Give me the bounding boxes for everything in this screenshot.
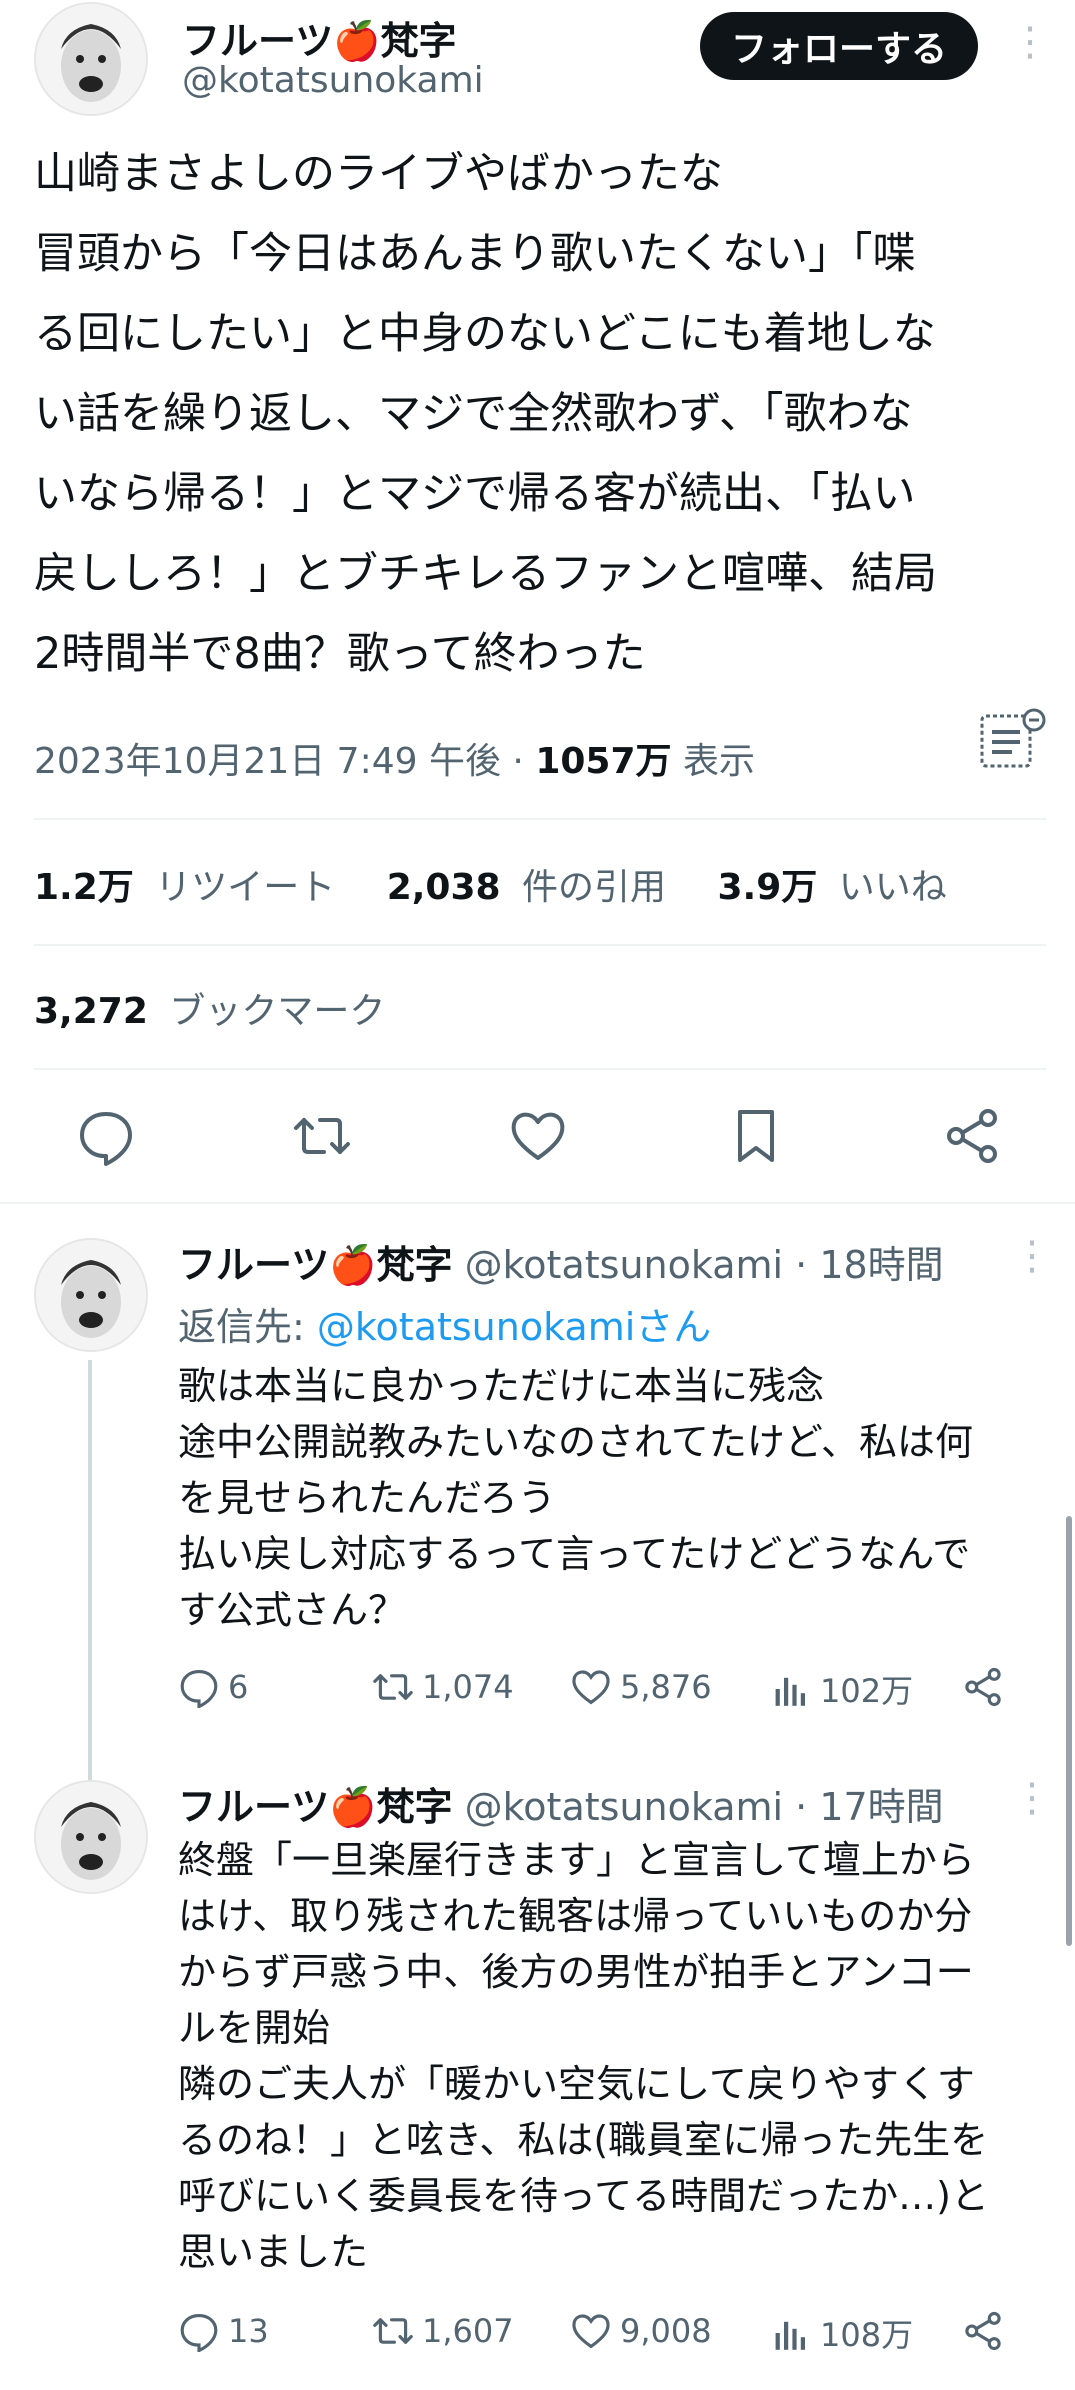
reply-line: 払い戻し対応するって言ってたけどどうなんで [178,1532,971,1576]
retweets-label[interactable]: リツイート [155,867,335,908]
reply-count: 6 [228,1668,249,1706]
views-action[interactable]: 108万 [770,2310,913,2356]
tweet-text: 山崎まさよしのライブやばかったな 冒頭から「今日はあんまり歌いたくない」「喋 る… [34,134,1054,694]
share-action[interactable] [962,2310,1004,2352]
reply-line: 呼びにいく委員長を待ってる時間だったか…)と [178,2174,989,2218]
reply-text: 終盤「一旦楽屋行きます」と宣言して壇上から はけ、取り残された観客は帰っていいも… [178,1832,1038,2280]
views-icon [775,1677,805,1706]
reply-line: 終盤「一旦楽屋行きます」と宣言して壇上から [178,1838,975,1882]
reply-line: 隣のご夫人が「暖かい空気にして戻りやすくす [178,2062,975,2106]
tweet-line: いなら帰る！」とマジで帰る客が続出、「払い [34,469,916,519]
tweet-line: 2時間半で8曲？歌って終わった [34,629,646,679]
divider [0,1202,1075,1204]
share-action[interactable] [962,1666,1004,1708]
follow-button[interactable]: フォローする [700,12,978,80]
views-count: 108万 [820,2316,914,2354]
like-action[interactable]: 5,876 [570,1666,712,1708]
tweet-line: い話を繰り返し、マジで全然歌わず、「歌わな [34,389,913,439]
tweet-line: 山崎まさよしのライブやばかったな [34,149,723,199]
divider [34,1068,1046,1070]
retweets-count[interactable]: 1.2万 [34,867,134,908]
display-name[interactable]: フルーツ🍎梵字 [178,1785,453,1829]
bookmarks-count[interactable]: 3,272 [34,991,148,1032]
avatar[interactable] [34,2,148,116]
retweet-count: 1,607 [422,2312,514,2350]
likes-count[interactable]: 3.9万 [718,867,818,908]
like-count: 5,876 [620,1668,712,1706]
bookmark-icon[interactable] [726,1106,786,1166]
quotes-label[interactable]: 件の引用 [522,867,666,908]
quotes-count[interactable]: 2,038 [387,867,501,908]
reply-line: からず戸惑う中、後方の男性が拍手とアンコー [178,1950,974,1994]
handle[interactable]: @kotatsunokami [465,1785,783,1829]
reply-text: 歌は本当に良かっただけに本当に残念 途中公開説教みたいなのされてたけど、私は何 … [178,1358,1038,1638]
tweet-line: る回にしたい」と中身のないどこにも着地しな [34,309,936,359]
bookmarks-label[interactable]: ブックマーク [169,991,385,1032]
display-name[interactable]: フルーツ🍎梵字 [178,1243,453,1287]
more-options-icon[interactable]: ⋮ [1012,1236,1052,1276]
divider [34,944,1046,946]
reply-line: 歌は本当に良かっただけに本当に残念 [178,1364,825,1408]
avatar[interactable] [34,1780,148,1894]
reply-to: 返信先: @kotatsunokamiさん [178,1296,711,1351]
reply-line: はけ、取り残された観客は帰っていいものか分 [178,1894,973,1938]
handle[interactable]: @kotatsunokami [465,1243,783,1287]
reply-action[interactable]: 13 [178,2310,269,2352]
reply-line: 思いました [178,2230,369,2274]
timestamp[interactable]: 2023年10月21日 7:49 午後 [34,741,501,782]
avatar[interactable] [34,1238,148,1352]
reply-line: す公式さん？ [178,1588,407,1632]
handle[interactable]: @kotatsunokami [182,60,484,101]
tweet-line: 冒頭から「今日はあんまり歌いたくない」「喋 [34,229,916,279]
reply-header: フルーツ🍎梵字 @kotatsunokami · 18時間 [178,1234,944,1289]
more-options-icon[interactable]: ⋮ [1010,22,1050,62]
retweet-count: 1,074 [422,1668,514,1706]
more-options-icon[interactable]: ⋮ [1012,1778,1052,1818]
retweet-icon [373,2318,413,2344]
views-count: 102万 [820,1672,914,1710]
reply-header: フルーツ🍎梵字 @kotatsunokami · 17時間 [178,1776,944,1831]
bookmarks-row: 3,272 ブックマーク [34,982,385,1034]
post-time[interactable]: · 17時間 [795,1785,944,1829]
reply-line: るのね！」と呟き、私は(職員室に帰った先生を [178,2118,989,2162]
like-icon[interactable] [508,1106,568,1166]
reply-to-link[interactable]: @kotatsunokamiさん [317,1305,711,1349]
share-icon [965,1667,1001,1707]
tweet-meta: 2023年10月21日 7:49 午後 · 1057万 表示 [34,741,755,782]
reply-line: ルを開始 [178,2006,331,2050]
stats-row: 1.2万 リツイート 2,038 件の引用 3.9万 いいね [34,858,947,910]
views-label: 表示 [682,741,755,782]
likes-label[interactable]: いいね [839,867,947,908]
reply-to-prefix: 返信先: [178,1305,317,1349]
views-count: 1057万 [535,741,672,782]
scrollbar[interactable] [1066,1516,1072,1946]
reply-line: 途中公開説教みたいなのされてたけど、私は何 [178,1420,973,1464]
share-icon [965,2311,1001,2351]
reply-count: 13 [228,2312,269,2350]
like-icon [572,1670,610,1705]
post-analytics-icon[interactable] [978,706,1048,770]
retweet-icon[interactable] [292,1106,352,1166]
thread-line [88,1360,92,1780]
like-count: 9,008 [620,2312,712,2350]
reply-line: を見せられたんだろう [178,1476,556,1520]
like-action[interactable]: 9,008 [570,2310,712,2352]
post-time[interactable]: · 18時間 [795,1243,944,1287]
views-action[interactable]: 102万 [770,1666,913,1712]
reply-icon [180,2314,218,2352]
retweet-action[interactable]: 1,607 [372,2310,514,2352]
retweet-action[interactable]: 1,074 [372,1666,514,1708]
divider [34,818,1046,820]
views-icon [775,2321,805,2350]
reply-action[interactable]: 6 [178,1666,248,1708]
tweet-line: 戻ししろ！」とブチキレるファンと喧嘩、結局 [34,549,937,599]
like-icon [572,2314,610,2349]
display-name[interactable]: フルーツ🍎梵字 [182,10,457,65]
reply-icon [180,1670,218,1708]
reply-icon[interactable] [76,1106,136,1166]
share-icon[interactable] [942,1106,1002,1166]
retweet-icon [373,1674,413,1700]
